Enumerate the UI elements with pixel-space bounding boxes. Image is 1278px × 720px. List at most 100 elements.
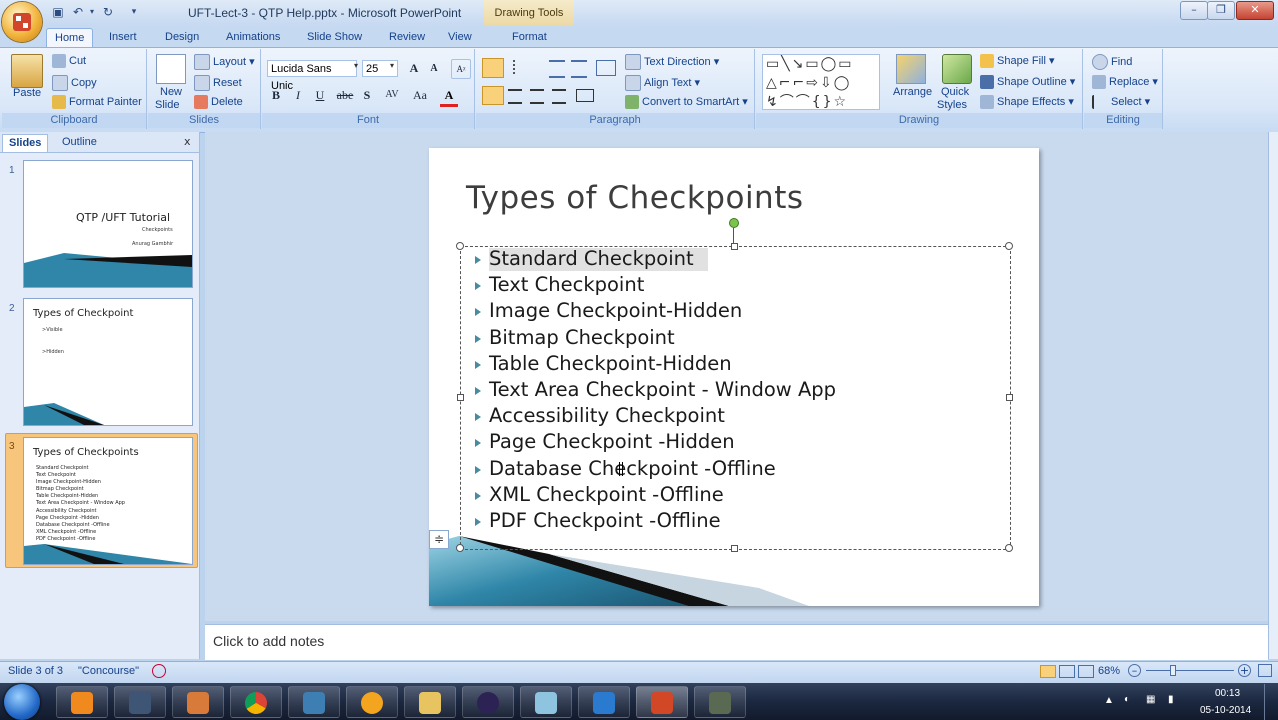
underline-button[interactable]: U [311, 86, 329, 104]
find-button[interactable]: Find [1092, 54, 1132, 70]
cut-button[interactable]: Cut [52, 54, 86, 68]
text-direction-button[interactable]: Text Direction ▾ [625, 54, 719, 70]
tray-time[interactable]: 00:13 [1215, 688, 1240, 699]
columns-icon[interactable] [576, 89, 594, 102]
tab-animations[interactable]: Animations [218, 28, 288, 47]
taskbar-powerpoint[interactable] [636, 686, 688, 718]
zoom-slider-track[interactable] [1146, 670, 1234, 671]
quick-styles-button-line2[interactable]: Styles [937, 99, 967, 111]
bullet-item[interactable]: Bitmap Checkpoint [489, 326, 675, 349]
resize-handle-bottom[interactable] [731, 545, 738, 552]
resize-handle-left[interactable] [457, 394, 464, 401]
format-painter-button[interactable]: Format Painter [52, 95, 142, 109]
bullet-item[interactable]: Page Checkpoint -Hidden [489, 430, 735, 453]
bullet-item[interactable]: Accessibility Checkpoint [489, 404, 725, 427]
slide-sorter-icon[interactable] [1059, 665, 1075, 678]
tab-view[interactable]: View [440, 28, 480, 47]
close-button[interactable]: ✕ [1236, 1, 1274, 20]
slide-title[interactable]: Types of Checkpoints [466, 180, 804, 216]
font-color-button[interactable]: A [440, 86, 458, 107]
font-family-dropdown-icon[interactable]: ▾ [354, 61, 358, 70]
slide-show-view-icon[interactable] [1078, 665, 1094, 678]
align-text-button[interactable]: Align Text ▾ [625, 75, 700, 91]
zoom-in-icon[interactable]: + [1238, 664, 1251, 677]
change-case-button[interactable]: Aa [408, 86, 432, 104]
bold-button[interactable]: B [267, 86, 285, 104]
vertical-scrollbar[interactable] [1268, 132, 1278, 659]
tab-review[interactable]: Review [381, 28, 433, 47]
bullet-item[interactable]: Database Checkpoint -Offline [489, 457, 776, 480]
office-button[interactable] [2, 2, 42, 42]
tab-design[interactable]: Design [157, 28, 207, 47]
paste-button[interactable]: Paste [13, 87, 41, 99]
resize-handle-top[interactable] [731, 243, 738, 250]
paste-icon[interactable] [11, 54, 43, 88]
tab-outline[interactable]: Outline [56, 134, 103, 151]
tray-network-icon[interactable]: ▦ [1146, 694, 1155, 705]
taskbar-hp[interactable] [288, 686, 340, 718]
taskbar-chrome[interactable] [230, 686, 282, 718]
bullet-item[interactable]: PDF Checkpoint -Offline [489, 509, 721, 532]
normal-view-icon[interactable] [1040, 665, 1056, 678]
fit-to-window-icon[interactable] [1258, 664, 1272, 677]
tab-home[interactable]: Home [46, 28, 94, 48]
arrange-icon[interactable] [896, 54, 926, 84]
increase-indent-icon[interactable] [571, 60, 587, 78]
taskbar-camera[interactable] [114, 686, 166, 718]
bullet-item[interactable]: Standard Checkpoint [489, 247, 694, 270]
line-spacing-icon[interactable] [596, 60, 616, 76]
clear-formatting-icon[interactable]: Aᵡ [451, 59, 471, 79]
slide-thumbnail-3[interactable]: Types of Checkpoints Standard Checkpoint… [23, 437, 193, 565]
new-slide-icon[interactable] [156, 54, 186, 84]
tray-sound-icon[interactable]: ◐ [1124, 694, 1130, 705]
tray-date[interactable]: 05-10-2014 [1200, 705, 1251, 716]
bullets-icon[interactable] [482, 58, 504, 78]
taskbar-outlook[interactable] [578, 686, 630, 718]
resize-handle-bottom-left[interactable] [456, 544, 464, 552]
tray-arrow-icon[interactable]: ▲ [1104, 695, 1114, 706]
save-icon[interactable]: ▣ [50, 4, 66, 20]
replace-button[interactable]: Replace ▾ [1092, 75, 1158, 90]
slide-thumbnail-2[interactable]: Types of Checkpoint >Visible >Hidden [23, 298, 193, 426]
taskbar-eclipse[interactable] [462, 686, 514, 718]
bullet-item[interactable]: Table Checkpoint-Hidden [489, 352, 732, 375]
minimize-button[interactable]: – [1180, 1, 1208, 20]
align-center-icon[interactable] [508, 89, 522, 104]
shape-outline-button[interactable]: Shape Outline ▾ [980, 75, 1075, 90]
tab-format[interactable]: Format [504, 28, 555, 47]
strikethrough-button[interactable]: abe [334, 86, 356, 104]
close-panel-icon[interactable]: x [184, 135, 191, 148]
zoom-level[interactable]: 68% [1098, 665, 1120, 677]
shape-effects-button[interactable]: Shape Effects ▾ [980, 95, 1074, 110]
new-slide-button[interactable]: New [160, 86, 182, 98]
decrease-indent-icon[interactable] [549, 60, 565, 78]
zoom-slider-thumb[interactable] [1170, 665, 1176, 676]
taskbar-media-player[interactable] [56, 686, 108, 718]
customize-quick-access-icon[interactable]: ▾ [126, 4, 142, 20]
text-shadow-button[interactable]: S [358, 86, 376, 104]
resize-handle-top-right[interactable] [1005, 242, 1013, 250]
taskbar-app[interactable] [172, 686, 224, 718]
align-left-icon[interactable] [482, 86, 504, 105]
rotation-handle[interactable] [729, 218, 739, 228]
show-desktop-button[interactable] [1264, 684, 1278, 720]
italic-button[interactable]: I [289, 86, 307, 104]
tab-insert[interactable]: Insert [101, 28, 145, 47]
numbering-icon[interactable] [513, 60, 535, 74]
delete-button[interactable]: Delete [194, 95, 243, 109]
select-button[interactable]: Select ▾ [1092, 95, 1150, 110]
arrange-button[interactable]: Arrange [893, 86, 932, 98]
taskbar-explorer[interactable] [404, 686, 456, 718]
autofit-options-icon[interactable]: ≑ [429, 530, 449, 549]
convert-to-smartart-button[interactable]: Convert to SmartArt ▾ [625, 95, 748, 110]
shape-fill-button[interactable]: Shape Fill ▾ [980, 54, 1055, 69]
copy-button[interactable]: Copy [52, 75, 97, 91]
spell-check-icon[interactable] [152, 664, 166, 678]
reset-button[interactable]: Reset [194, 75, 242, 91]
taskbar-app2[interactable] [520, 686, 572, 718]
layout-button[interactable]: Layout ▾ [194, 54, 255, 70]
redo-icon[interactable]: ↻ [100, 4, 116, 20]
tab-slides[interactable]: Slides [2, 134, 49, 152]
quick-styles-icon[interactable] [942, 54, 972, 84]
bullet-item[interactable]: Text Checkpoint [489, 273, 644, 296]
